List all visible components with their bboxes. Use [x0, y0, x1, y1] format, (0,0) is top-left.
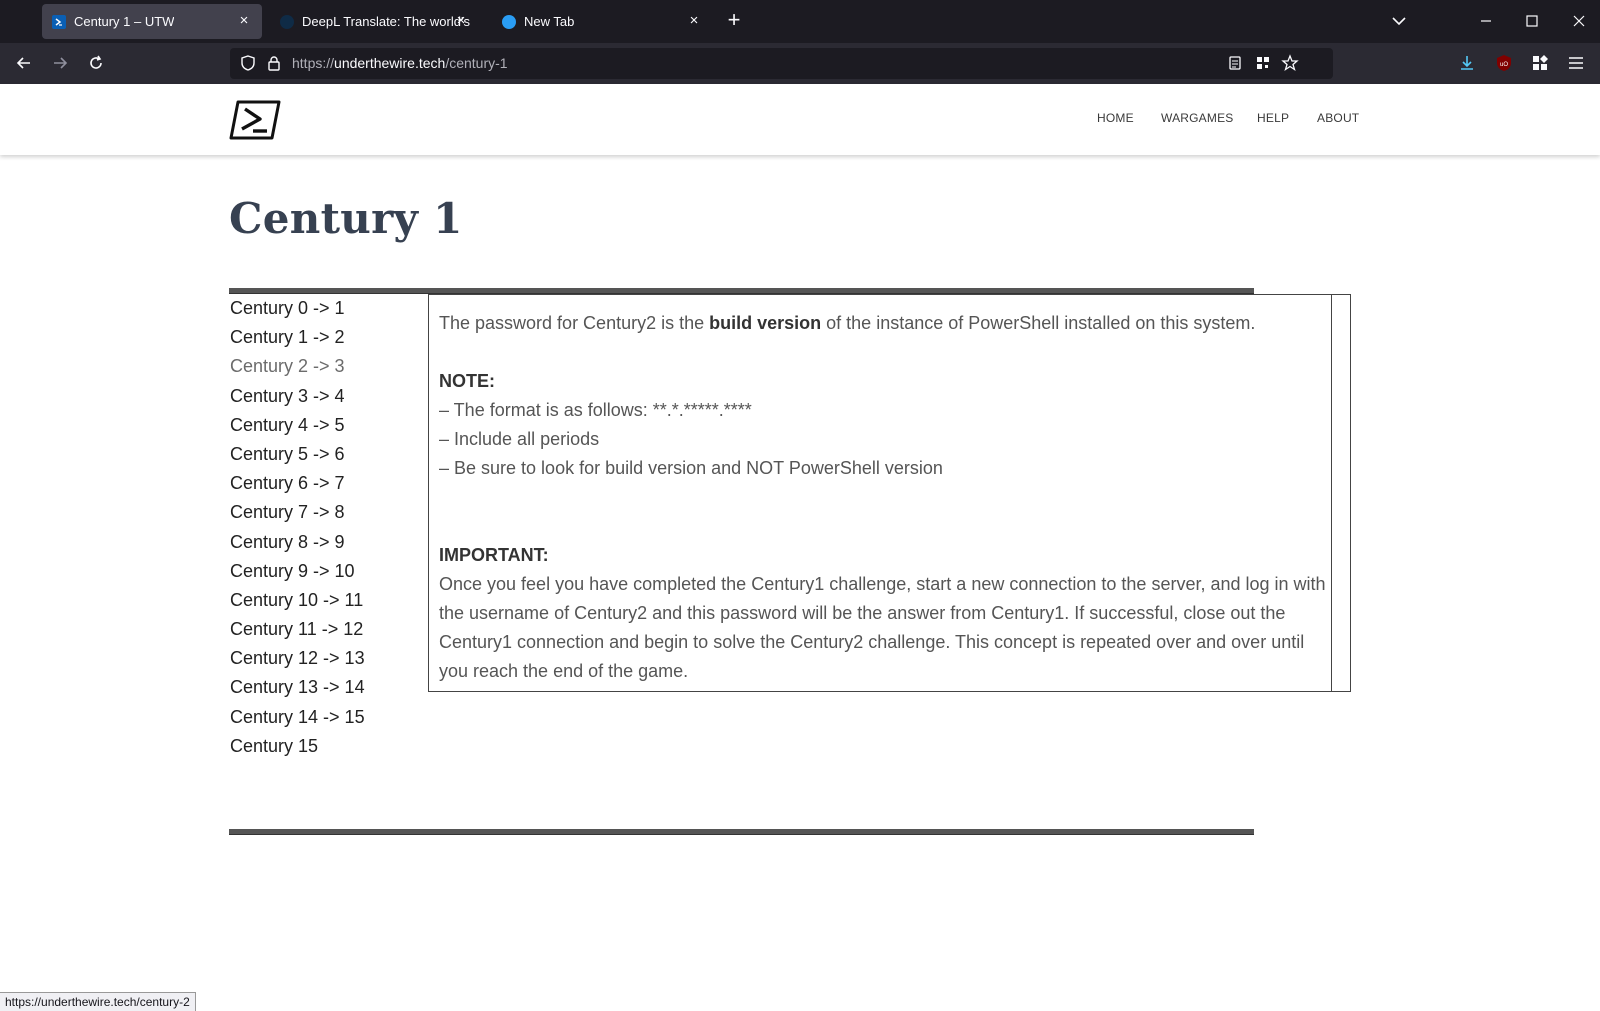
url-path: /century-1 — [445, 55, 508, 71]
note-heading: NOTE: — [439, 367, 1329, 396]
downloads-icon[interactable] — [1457, 53, 1477, 73]
sidebar-item-century-11[interactable]: Century 11 -> 12 — [230, 617, 410, 646]
box-inner-border — [1331, 295, 1332, 691]
important-paragraph: Once you feel you have completed the Cen… — [439, 574, 1326, 681]
important-heading: IMPORTANT: — [439, 541, 1329, 570]
tab-title: Century 1 – UTW — [74, 14, 175, 29]
sidebar-item-century-13[interactable]: Century 13 -> 14 — [230, 675, 410, 704]
sidebar-item-century-0[interactable]: Century 0 -> 1 — [230, 296, 410, 325]
sidebar-item-century-1[interactable]: Century 1 -> 2 — [230, 325, 410, 354]
url-text: https://underthewire.tech/century-1 — [292, 55, 508, 71]
navigation-toolbar: https://underthewire.tech/century-1 uO — [0, 43, 1600, 84]
address-bar[interactable]: https://underthewire.tech/century-1 — [230, 48, 1333, 79]
url-host: underthewire.tech — [334, 55, 446, 71]
ublock-origin-icon[interactable]: uO — [1494, 53, 1514, 73]
sidebar-item-century-10[interactable]: Century 10 -> 11 — [230, 588, 410, 617]
status-bar-link-preview: https://underthewire.tech/century-2 — [0, 992, 196, 1011]
tab-deepl[interactable]: DeepL Translate: The world's mc × — [270, 4, 485, 39]
intro-text-end: of the instance of PowerShell installed … — [821, 313, 1256, 333]
sidebar-item-century-15[interactable]: Century 15 — [230, 734, 410, 763]
tab-strip: Century 1 – UTW × DeepL Translate: The w… — [0, 0, 1600, 43]
bottom-divider — [229, 829, 1254, 835]
note-heading-text: NOTE: — [439, 371, 495, 391]
tab-century-1[interactable]: Century 1 – UTW × — [42, 4, 262, 39]
reload-icon[interactable] — [86, 53, 106, 73]
list-all-tabs-icon[interactable] — [1390, 12, 1408, 30]
page-title: Century 1 — [229, 194, 463, 243]
tab-title: New Tab — [524, 14, 575, 29]
shield-icon[interactable] — [239, 54, 257, 72]
note-item: – Be sure to look for build version and … — [439, 458, 943, 478]
minimize-icon[interactable] — [1477, 12, 1495, 30]
sidebar-item-century-9[interactable]: Century 9 -> 10 — [230, 559, 410, 588]
tab-close-icon[interactable]: × — [453, 13, 469, 29]
tab-title: DeepL Translate: The world's mc — [302, 14, 470, 29]
extensions-icon[interactable] — [1530, 53, 1550, 73]
challenge-text: The password for Century2 is the build v… — [439, 309, 1329, 686]
tab-new-tab[interactable]: New Tab × — [492, 4, 712, 39]
sidebar-item-century-2[interactable]: Century 2 -> 3 — [230, 354, 410, 383]
nav-wargames[interactable]: WARGAMES — [1161, 111, 1234, 125]
nav-home[interactable]: HOME — [1097, 111, 1134, 125]
note-item: – Include all periods — [439, 429, 600, 449]
hamburger-menu-icon[interactable] — [1566, 53, 1586, 73]
close-window-icon[interactable] — [1570, 12, 1588, 30]
bookmark-star-icon[interactable] — [1281, 54, 1299, 72]
note-item: – The format is as follows: **.*.*****.*… — [439, 400, 752, 420]
firefox-favicon-icon — [502, 14, 516, 29]
site-header: HOME WARGAMES HELP ABOUT — [0, 84, 1600, 155]
url-scheme: https:// — [292, 55, 335, 71]
powershell-favicon-icon — [52, 14, 66, 29]
sidebar-item-century-8[interactable]: Century 8 -> 9 — [230, 530, 410, 559]
sidebar-item-century-5[interactable]: Century 5 -> 6 — [230, 442, 410, 471]
back-arrow-icon[interactable] — [14, 53, 34, 73]
important-heading-text: IMPORTANT: — [439, 545, 549, 565]
intro-bold-text: build version — [709, 313, 822, 333]
challenge-description-box: The password for Century2 is the build v… — [428, 294, 1351, 692]
lock-icon[interactable] — [265, 54, 283, 72]
sidebar-item-century-7[interactable]: Century 7 -> 8 — [230, 500, 410, 529]
svg-text:uO: uO — [1500, 62, 1508, 68]
tab-close-icon[interactable]: × — [686, 13, 702, 29]
sidebar-item-century-3[interactable]: Century 3 -> 4 — [230, 384, 410, 413]
intro-paragraph: The password for Century2 is the build v… — [439, 309, 1329, 338]
tab-close-icon[interactable]: × — [236, 13, 252, 29]
sidebar-item-century-12[interactable]: Century 12 -> 13 — [230, 646, 410, 675]
forward-arrow-icon[interactable] — [50, 53, 70, 73]
intro-text-start: The password for Century2 is the — [439, 313, 710, 333]
sidebar-item-century-6[interactable]: Century 6 -> 7 — [230, 471, 410, 500]
nav-help[interactable]: HELP — [1257, 111, 1289, 125]
sidebar-item-century-4[interactable]: Century 4 -> 5 — [230, 413, 410, 442]
nav-about[interactable]: ABOUT — [1317, 111, 1359, 125]
reader-view-icon[interactable] — [1226, 54, 1244, 72]
powershell-logo-icon[interactable] — [229, 100, 281, 140]
qr-code-icon[interactable] — [1254, 54, 1272, 72]
deepl-favicon-icon — [280, 14, 294, 29]
maximize-icon[interactable] — [1523, 12, 1541, 30]
sidebar-item-century-14[interactable]: Century 14 -> 15 — [230, 705, 410, 734]
new-tab-button[interactable]: + — [723, 9, 745, 32]
level-sidebar: Century 0 -> 1 Century 1 -> 2 Century 2 … — [230, 296, 410, 763]
